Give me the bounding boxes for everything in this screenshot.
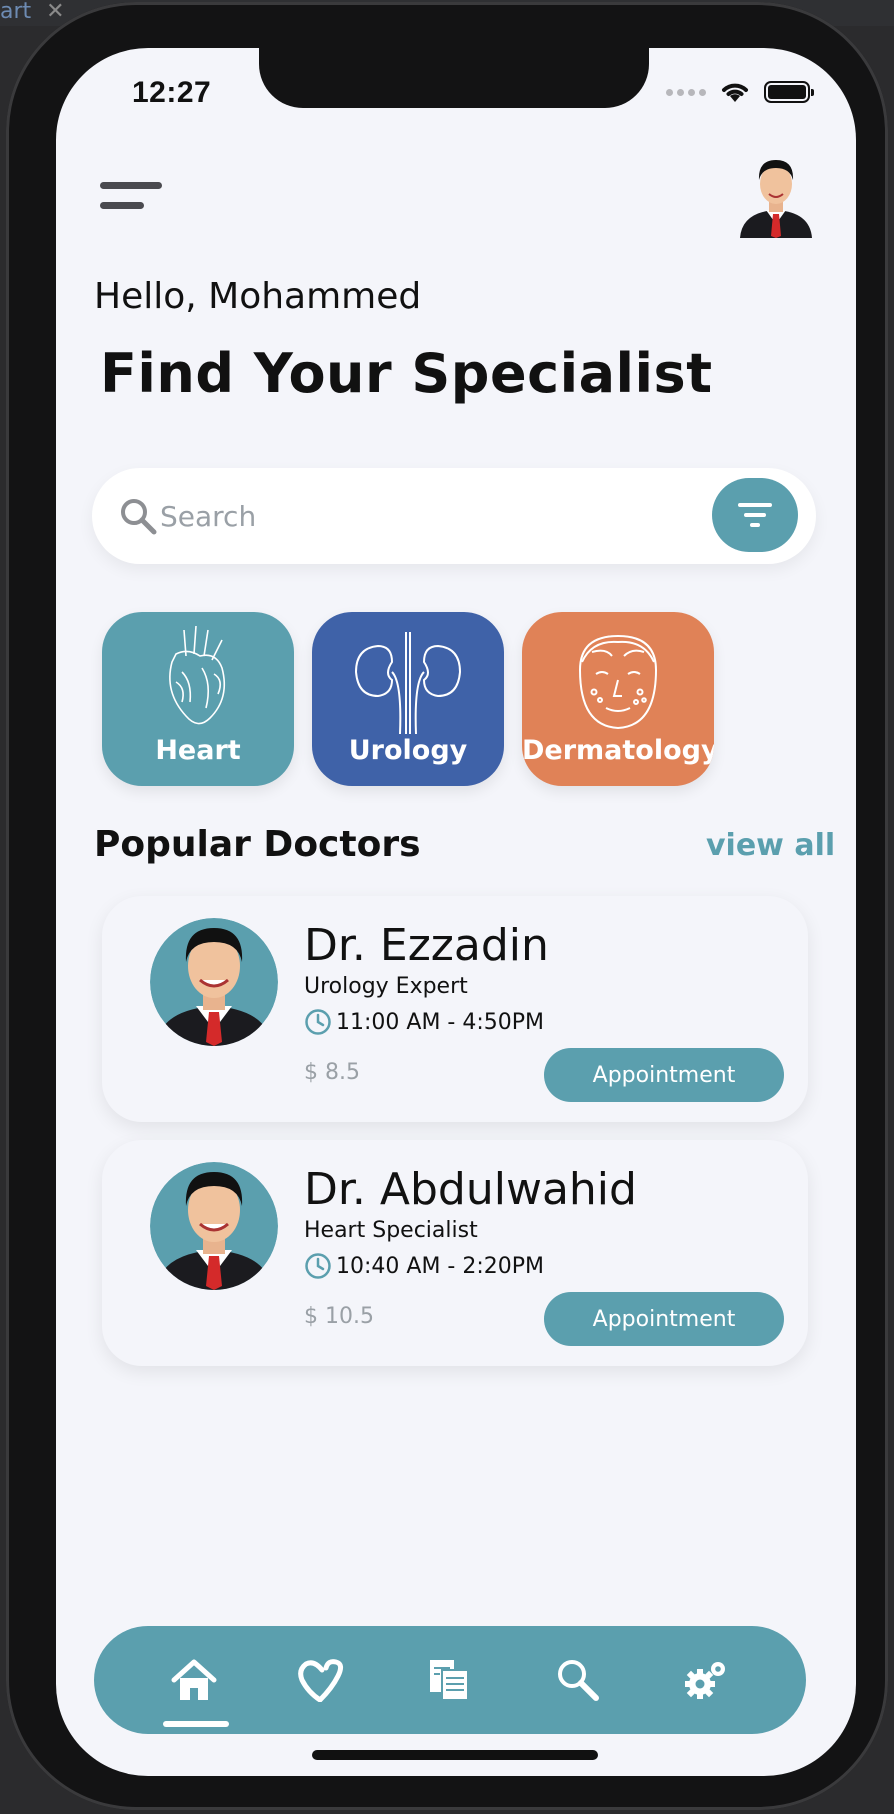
clock-icon <box>305 1009 331 1035</box>
category-list: Heart Urology Dermatology <box>102 612 714 786</box>
greeting-text: Hello, Mohammed <box>94 276 422 317</box>
doctor-name: Dr. Abdulwahid <box>304 1164 637 1215</box>
page-title: Find Your Specialist <box>100 342 713 405</box>
search-input[interactable] <box>160 490 620 542</box>
phone-device-frame: 12:27 Hello, Mohammed Find Your Speciali… <box>6 2 888 1810</box>
app-screen: 12:27 Hello, Mohammed Find Your Speciali… <box>56 48 856 1776</box>
appointment-button[interactable]: Appointment <box>544 1292 784 1346</box>
nav-records[interactable] <box>417 1647 483 1713</box>
wifi-icon <box>722 83 748 102</box>
nav-search[interactable] <box>545 1647 611 1713</box>
home-indicator[interactable] <box>312 1750 598 1760</box>
nav-settings[interactable] <box>673 1647 739 1713</box>
category-heart[interactable]: Heart <box>102 612 294 786</box>
doctor-avatar <box>150 918 278 1046</box>
search-icon <box>558 1660 599 1701</box>
ide-tab-close-icon[interactable]: ✕ <box>46 0 64 24</box>
filter-button[interactable] <box>712 478 798 552</box>
heart-outline-icon <box>298 1659 344 1702</box>
bottom-navigation <box>94 1626 806 1734</box>
status-icons <box>666 80 814 104</box>
category-urology[interactable]: Urology <box>312 612 504 786</box>
doctor-price: $ 10.5 <box>304 1304 374 1329</box>
menu-line-icon <box>100 182 162 189</box>
clock-icon <box>305 1253 331 1279</box>
category-label: Dermatology <box>522 735 714 766</box>
filter-icon <box>738 503 772 527</box>
doctor-hours-row: 11:00 AM - 4:50PM <box>304 1008 544 1036</box>
doctor-name: Dr. Ezzadin <box>304 920 549 971</box>
doctor-hours-row: 10:40 AM - 2:20PM <box>304 1252 544 1280</box>
doctor-hours: 10:40 AM - 2:20PM <box>336 1253 545 1279</box>
view-all-link[interactable]: view all <box>706 828 835 863</box>
popular-doctors-title: Popular Doctors <box>94 824 421 865</box>
doctor-card[interactable]: Dr. Ezzadin Urology Expert 11:00 AM - 4:… <box>102 896 808 1122</box>
status-time: 12:27 <box>132 76 212 109</box>
search-bar <box>92 468 816 564</box>
doctor-avatar <box>150 1162 278 1290</box>
appointment-button[interactable]: Appointment <box>544 1048 784 1102</box>
face-skin-icon <box>578 634 658 730</box>
doctor-specialty: Urology Expert <box>304 974 468 999</box>
doctor-card[interactable]: Dr. Abdulwahid Heart Specialist 10:40 AM… <box>102 1140 808 1366</box>
kidneys-icon <box>354 632 462 734</box>
nav-active-indicator <box>163 1721 229 1727</box>
phone-notch <box>259 48 649 108</box>
cellular-signal-icon <box>666 88 706 96</box>
search-icon <box>121 499 157 535</box>
doctor-price: $ 8.5 <box>304 1060 360 1085</box>
doctor-specialty: Heart Specialist <box>304 1218 478 1243</box>
battery-icon <box>764 81 814 103</box>
home-icon <box>171 1659 217 1700</box>
ide-tab-label: art <box>0 0 32 24</box>
user-avatar[interactable] <box>738 152 814 238</box>
documents-icon <box>430 1660 469 1701</box>
nav-favorites[interactable] <box>289 1647 355 1713</box>
category-dermatology[interactable]: Dermatology <box>522 612 714 786</box>
doctor-hours: 11:00 AM - 4:50PM <box>336 1009 545 1035</box>
category-label: Heart <box>155 735 241 766</box>
menu-button[interactable] <box>100 178 164 218</box>
category-label: Urology <box>348 735 468 766</box>
heart-anatomy-icon <box>169 625 226 725</box>
nav-home[interactable] <box>161 1647 229 1727</box>
settings-gears-icon <box>685 1662 725 1699</box>
menu-line-icon <box>100 202 144 209</box>
